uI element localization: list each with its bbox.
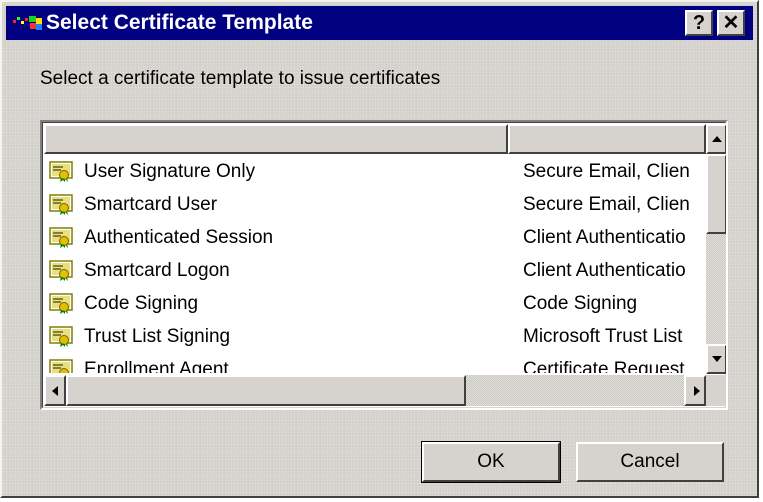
arrow-left-icon [52,386,58,396]
horizontal-scroll-thumb[interactable] [66,375,466,406]
template-purpose: Client Authenticatio [523,227,686,248]
arrow-down-icon [712,356,722,362]
template-purpose: Code Signing [523,293,638,314]
scrollbar-corner [706,375,726,406]
arrow-up-icon [712,136,722,142]
list-item[interactable]: Smartcard Logon Client Authenticatio [44,254,706,287]
template-purpose: Client Authenticatio [523,260,686,281]
certificate-template-icon [49,326,73,347]
template-list-frame: User Signature Only Secure Email, Clien … [42,122,726,408]
list-item[interactable]: Smartcard User Secure Email, Clien [44,188,706,221]
list-item[interactable]: Trust List Signing Microsoft Trust List [44,320,706,353]
horizontal-scrollbar[interactable] [44,375,706,406]
template-name: Trust List Signing [84,326,231,347]
certificate-authority-icon [13,16,42,30]
dialog-window: Select Certificate Template ? ✕ Select a… [0,0,759,498]
column-header-name[interactable] [44,124,508,154]
arrow-right-icon [694,386,700,396]
help-button[interactable]: ? [685,10,713,36]
template-name: Smartcard User [84,194,218,215]
certificate-template-icon [49,260,73,281]
scroll-right-button[interactable] [684,375,706,406]
template-name: Code Signing [84,293,199,314]
scroll-left-button[interactable] [44,375,66,406]
column-header-purpose[interactable] [508,124,706,154]
template-name: Authenticated Session [84,227,274,248]
template-name: Smartcard Logon [84,260,230,281]
instruction-label: Select a certificate template to issue c… [40,68,441,89]
template-name: User Signature Only [84,161,256,182]
template-name: Enrollment Agent [84,359,229,373]
certificate-template-icon [49,194,73,215]
title-bar[interactable]: Select Certificate Template ? ✕ [6,6,753,40]
vertical-scrollbar[interactable] [706,124,726,374]
cancel-button[interactable]: Cancel [576,442,724,482]
template-rows: User Signature Only Secure Email, Clien … [44,155,706,373]
list-item[interactable]: User Signature Only Secure Email, Clien [44,155,706,188]
close-button[interactable]: ✕ [717,10,745,36]
template-purpose: Secure Email, Clien [523,161,690,182]
template-purpose: Microsoft Trust List [523,326,683,347]
scroll-up-button[interactable] [706,124,726,154]
template-purpose: Secure Email, Clien [523,194,690,215]
scroll-down-button[interactable] [706,344,726,374]
certificate-template-icon [49,293,73,314]
template-list[interactable]: User Signature Only Secure Email, Clien … [40,120,728,410]
vertical-scroll-thumb[interactable] [706,154,726,234]
window-title: Select Certificate Template [46,11,313,34]
ok-button[interactable]: OK [421,441,561,483]
list-item[interactable]: Authenticated Session Client Authenticat… [44,221,706,254]
certificate-template-icon [49,161,73,182]
template-purpose: Certificate Request [523,359,685,373]
list-item[interactable]: Code Signing Code Signing [44,287,706,320]
certificate-template-icon [49,359,73,373]
list-item[interactable]: Enrollment Agent Certificate Request [44,353,706,373]
certificate-template-icon [49,227,73,248]
